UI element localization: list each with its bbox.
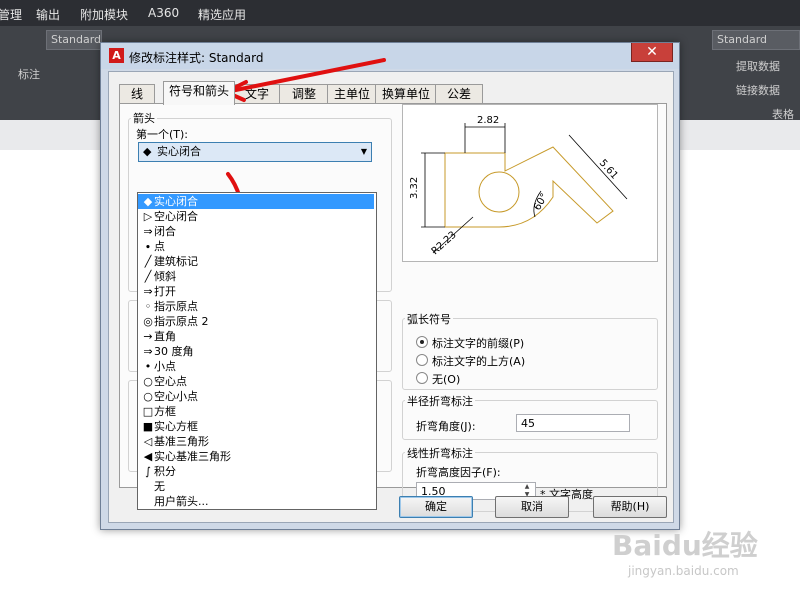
arrowhead-option[interactable]: → 直角 — [138, 329, 374, 344]
origin2-icon: ◎ — [143, 315, 153, 328]
arrowhead-option[interactable]: ○ 空心小点 — [138, 389, 374, 404]
arrowhead-option-label: 用户箭头... — [154, 495, 209, 508]
arrowhead-option-label: 空心点 — [154, 375, 187, 388]
arrowhead-option[interactable]: 无 — [138, 479, 374, 494]
solid-closed-arrow-icon: ◆ — [143, 195, 153, 208]
arrowhead-option-label: 积分 — [154, 465, 176, 478]
red-arrow-line — [224, 58, 386, 94]
arrowhead-option[interactable]: ╱ 倾斜 — [138, 269, 374, 284]
open-closed-arrow-icon: ▷ — [143, 210, 153, 223]
filled-box-icon: ■ — [142, 420, 154, 433]
watermark-url: jingyan.baidu.com — [628, 564, 739, 578]
arrowhead-option-label: 闭合 — [154, 225, 176, 238]
arrowhead-option-label: 指示原点 2 — [154, 315, 209, 328]
circle-icon: ○ — [143, 390, 153, 403]
arrowhead-option-label: 空心小点 — [154, 390, 198, 403]
arrowhead-option-label: 实心闭合 — [154, 195, 198, 208]
arrowhead-option[interactable]: ○ 空心点 — [138, 374, 374, 389]
arrowhead-option[interactable]: 用户箭头... — [138, 494, 374, 509]
arrowhead-option-label: 指示原点 — [154, 300, 198, 313]
arrowhead-option[interactable]: ⇒ 30 度角 — [138, 344, 374, 359]
box-icon: □ — [142, 405, 154, 418]
arrowhead-option[interactable]: ⇒ 闭合 — [138, 224, 374, 239]
open-arrow-icon: ⇒ — [143, 345, 153, 358]
arrowhead-option-label: 点 — [154, 240, 165, 253]
integral-icon: ∫ — [145, 465, 151, 478]
arrowhead-option[interactable]: □ 方框 — [138, 404, 374, 419]
arrowhead-option[interactable]: ◎ 指示原点 2 — [138, 314, 374, 329]
arrowhead-option[interactable]: ▷ 空心闭合 — [138, 209, 374, 224]
arrowhead-option[interactable]: ◀ 实心基准三角形 — [138, 449, 374, 464]
open-arrow-icon: ⇒ — [143, 225, 153, 238]
open-arrow-icon: ⇒ — [143, 285, 153, 298]
arrowhead-option-label: 方框 — [154, 405, 176, 418]
arrowhead-option[interactable]: • 小点 — [138, 359, 374, 374]
watermark-logo: Baidu经验 — [612, 529, 758, 562]
arrowhead-option[interactable]: ◦ 指示原点 — [138, 299, 374, 314]
arrowhead-option-label: 倾斜 — [154, 270, 176, 283]
arrowhead-option-label: 实心方框 — [154, 420, 198, 433]
small-dot-icon: • — [144, 360, 152, 373]
arrowhead-option[interactable]: ◆ 实心闭合 — [138, 194, 374, 209]
arrowhead-option-label: 无 — [154, 480, 165, 493]
arrowhead-option-label: 基准三角形 — [154, 435, 209, 448]
arrowhead-option-label: 实心基准三角形 — [154, 450, 231, 463]
tick-icon: ╱ — [144, 255, 152, 268]
arrowhead-option[interactable]: ⇒ 打开 — [138, 284, 374, 299]
arrowhead-option[interactable]: ╱ 建筑标记 — [138, 254, 374, 269]
right-angle-arrow-icon: → — [143, 330, 153, 343]
dot-icon: ∙ — [144, 240, 152, 253]
circle-icon: ○ — [143, 375, 153, 388]
arrowhead-option-label: 30 度角 — [154, 345, 194, 358]
arrowhead-option[interactable]: ◁ 基准三角形 — [138, 434, 374, 449]
tab-symbols-arrows[interactable]: 符号和箭头 — [163, 81, 235, 105]
arrowhead-option[interactable]: ■ 实心方框 — [138, 419, 374, 434]
annotation-overlay — [224, 58, 386, 464]
datum-triangle-icon: ◁ — [143, 435, 153, 448]
arrowhead-option[interactable]: ∫ 积分 — [138, 464, 374, 479]
arrowhead-option-label: 打开 — [154, 285, 176, 298]
filled-datum-triangle-icon: ◀ — [143, 450, 153, 463]
arrowhead-option-label: 建筑标记 — [154, 255, 198, 268]
arrowhead-option-label: 小点 — [154, 360, 176, 373]
origin-icon: ◦ — [144, 300, 152, 313]
tick-icon: ╱ — [144, 270, 152, 283]
arrowhead-option-label: 直角 — [154, 330, 176, 343]
arrowhead-option-label: 空心闭合 — [154, 210, 198, 223]
arrowhead-dropdown-list: ◆ 实心闭合 ▷ 空心闭合 ⇒ 闭合 ∙ 点 ╱ 建筑标记 ╱ 倾斜 ⇒ 打开 ◦ 指示原点 ◎ 指示原点 2 → 直… — [137, 192, 377, 510]
arrowhead-option[interactable]: ∙ 点 — [138, 239, 374, 254]
